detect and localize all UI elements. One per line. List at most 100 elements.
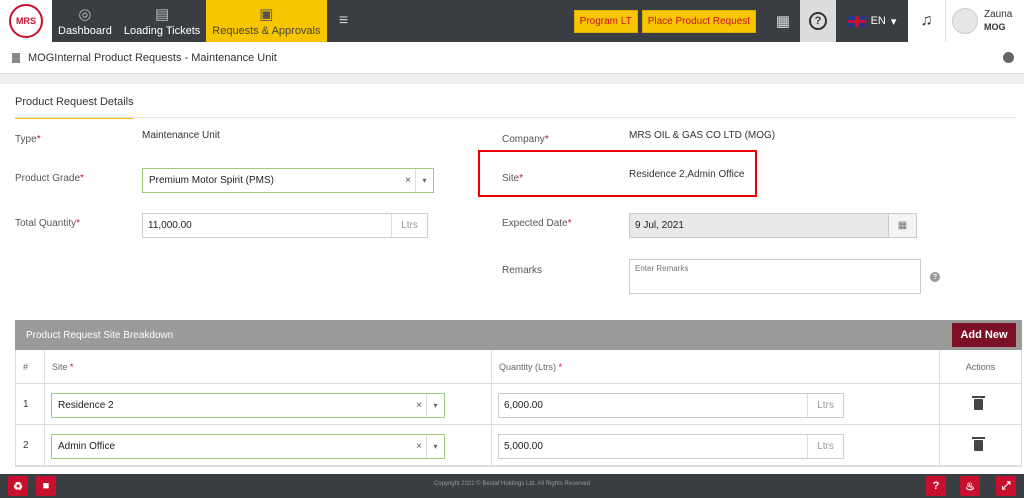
language-selector[interactable]: EN ▾: [836, 0, 908, 42]
site-select[interactable]: Admin Office × ▾: [51, 434, 445, 459]
col-num-header: #: [16, 350, 45, 383]
product-grade-value: Premium Motor Spirit (PMS): [149, 175, 275, 186]
total-quantity-input[interactable]: 11,000.00 Ltrs: [142, 213, 428, 238]
row-number: 2: [16, 425, 45, 465]
company-label: Company*: [502, 134, 549, 145]
chevron-down-icon[interactable]: ▾: [426, 394, 444, 417]
clear-icon[interactable]: ×: [416, 400, 422, 411]
col-quantity-header-text: Quantity (Ltrs): [499, 361, 557, 372]
highlight-box: [478, 150, 757, 197]
dashboard-icon: ◎: [78, 6, 92, 23]
row-number: 1: [16, 384, 45, 424]
collapse-icon[interactable]: [1003, 52, 1014, 63]
trash-icon[interactable]: [972, 437, 985, 451]
nav-dashboard-label: Dashboard: [58, 25, 112, 37]
ticket-icon: ▤: [154, 6, 170, 23]
required-mark: *: [36, 134, 41, 145]
help-button[interactable]: ?: [800, 0, 836, 42]
quantity-cell: 6,000.00 Ltrs: [492, 384, 940, 424]
site-select-value: Residence 2: [58, 400, 114, 411]
fullscreen-icon[interactable]: ⤢: [996, 476, 1016, 496]
actions-cell: [940, 384, 1021, 424]
quantity-cell: 5,000.00 Ltrs: [492, 425, 940, 465]
table-row: 1 Residence 2 × ▾ 6,000.00 Ltrs: [16, 384, 1021, 425]
tab-divider: [15, 117, 1017, 118]
total-quantity-label-text: Total Quantity: [15, 218, 77, 229]
request-form-card: Product Request Details Type* Maintenanc…: [0, 84, 1024, 484]
breakdown-title: Product Request Site Breakdown: [26, 329, 174, 341]
remarks-textarea[interactable]: Enter Remarks: [629, 259, 921, 294]
site-select-value: Admin Office: [58, 441, 116, 452]
nav-requests-approvals-label: Requests & Approvals: [212, 25, 321, 37]
clear-icon[interactable]: ×: [405, 175, 411, 186]
footer: ♻ ■ Copyright 2021 © Bestaf Holdings Ltd…: [0, 474, 1024, 498]
required-mark: *: [80, 173, 84, 184]
nav-requests-approvals[interactable]: ▣ Requests & Approvals: [206, 0, 327, 42]
menu-icon[interactable]: ≡: [327, 0, 361, 42]
user-menu[interactable]: Zauna MOG: [946, 0, 1024, 42]
quantity-input[interactable]: 5,000.00 Ltrs: [498, 434, 844, 459]
top-navbar: MRS ◎ Dashboard ▤ Loading Tickets ▣ Requ…: [0, 0, 1024, 42]
site-cell: Admin Office × ▾: [45, 425, 492, 465]
navbar-spacer: [361, 0, 574, 42]
remarks-label: Remarks: [502, 265, 543, 276]
add-new-button[interactable]: Add New: [952, 323, 1016, 347]
expected-date-value: 9 Jul, 2021: [635, 220, 684, 231]
chevron-down-icon[interactable]: ▾: [426, 435, 444, 458]
col-actions-header-text: Actions: [965, 361, 996, 372]
breadcrumb: MOGInternal Product Requests - Maintenan…: [0, 42, 1024, 74]
nav-dashboard[interactable]: ◎ Dashboard: [52, 0, 118, 42]
expected-date-input[interactable]: 9 Jul, 2021 ▦: [629, 213, 917, 238]
quantity-input[interactable]: 6,000.00 Ltrs: [498, 393, 844, 418]
document-icon: [12, 52, 20, 63]
type-label-text: Type: [15, 134, 37, 145]
required-mark: *: [76, 218, 81, 229]
tab-product-request-details[interactable]: Product Request Details: [15, 96, 134, 119]
unit-addon: Ltrs: [807, 435, 843, 458]
help-icon[interactable]: ?: [930, 272, 940, 282]
type-value: Maintenance Unit: [142, 130, 220, 141]
total-quantity-label: Total Quantity*: [15, 218, 80, 229]
col-site-header: Site *: [45, 350, 492, 383]
nav-loading-tickets-label: Loading Tickets: [123, 25, 201, 37]
required-mark: *: [70, 361, 74, 372]
calendar-icon[interactable]: ▦: [888, 214, 916, 237]
required-mark: *: [558, 361, 563, 372]
program-lt-button[interactable]: Program LT: [573, 9, 638, 33]
fire-icon[interactable]: ♨: [960, 476, 980, 496]
bell-icon[interactable]: ♫: [908, 0, 946, 42]
actions-cell: [940, 425, 1021, 465]
logo[interactable]: MRS: [0, 0, 52, 42]
page-title: MOGInternal Product Requests - Maintenan…: [28, 51, 277, 64]
expected-date-label: Expected Date*: [502, 218, 572, 229]
chevron-down-icon: ▾: [890, 15, 897, 28]
total-quantity-value: 11,000.00: [148, 220, 192, 231]
col-site-header-text: Site: [52, 361, 68, 372]
site-select[interactable]: Residence 2 × ▾: [51, 393, 445, 418]
required-mark: *: [544, 134, 549, 145]
clear-icon[interactable]: ×: [416, 441, 422, 452]
language-label: EN: [870, 15, 886, 27]
product-grade-select[interactable]: Premium Motor Spirit (PMS) × ▾: [142, 168, 434, 193]
trash-icon[interactable]: [972, 396, 985, 410]
unit-addon: Ltrs: [391, 214, 427, 237]
help-icon: ?: [809, 12, 827, 30]
avatar: [952, 8, 978, 34]
copyright-text: Copyright 2021 © Bestaf Holdings Ltd. Al…: [433, 481, 591, 487]
user-info: Zauna MOG: [984, 9, 1012, 33]
place-product-request-button[interactable]: Place Product Request: [641, 9, 756, 33]
chevron-down-icon[interactable]: ▾: [415, 169, 433, 192]
uk-flag-icon: [847, 15, 866, 27]
nav-loading-tickets[interactable]: ▤ Loading Tickets: [118, 0, 206, 42]
quantity-value: 5,000.00: [504, 441, 543, 452]
quantity-value: 6,000.00: [504, 400, 543, 411]
breakdown-header: Product Request Site Breakdown Add New: [15, 320, 1022, 350]
help-icon[interactable]: ?: [926, 476, 946, 496]
company-value: MRS OIL & GAS CO LTD (MOG): [629, 130, 776, 141]
expected-date-label-text: Expected Date: [502, 218, 568, 229]
table-row: 2 Admin Office × ▾ 5,000.00 Ltrs: [16, 425, 1021, 466]
col-actions-header: Actions: [940, 350, 1021, 383]
type-label: Type*: [15, 134, 41, 145]
user-name: Zauna: [984, 9, 1013, 20]
apps-grid-icon[interactable]: ▦: [766, 0, 800, 42]
